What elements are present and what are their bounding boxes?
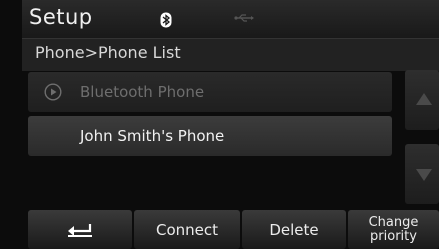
list-item-john-smiths-phone[interactable]: John Smith's Phone	[28, 116, 392, 156]
change-priority-label-line1: Change	[368, 214, 419, 230]
page-title: Setup	[29, 5, 93, 29]
scroll-up-button[interactable]	[405, 70, 439, 130]
delete-button[interactable]: Delete	[242, 210, 346, 249]
breadcrumb: Phone>Phone List	[35, 43, 181, 62]
connect-button[interactable]: Connect	[134, 210, 240, 249]
back-arrow-icon	[68, 223, 92, 237]
change-priority-button[interactable]: Change priority	[348, 210, 439, 249]
list-item-label: John Smith's Phone	[80, 127, 225, 145]
list-item-bluetooth-phone[interactable]: Bluetooth Phone	[28, 72, 392, 112]
bluetooth-icon	[160, 12, 172, 28]
scroll-down-button[interactable]	[405, 144, 439, 204]
triangle-down-icon	[416, 169, 432, 181]
list-item-label: Bluetooth Phone	[80, 83, 205, 101]
back-button[interactable]	[28, 210, 132, 249]
change-priority-label-line2: priority	[370, 228, 417, 244]
play-icon	[44, 83, 62, 101]
triangle-up-icon	[416, 93, 432, 105]
usb-icon	[234, 14, 254, 22]
setup-screen: Setup Phone>Phone List Bluetooth Phone J…	[0, 0, 439, 249]
